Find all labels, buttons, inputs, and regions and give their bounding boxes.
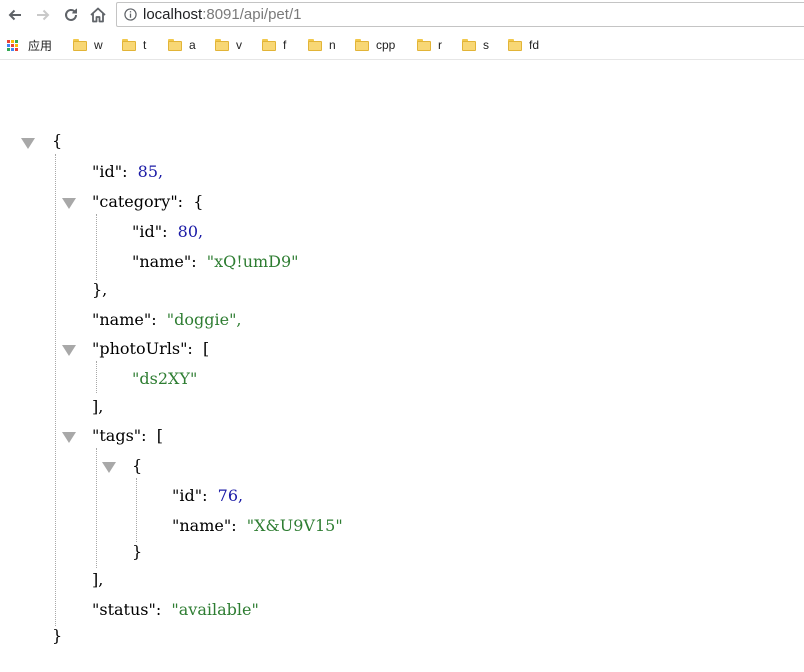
json-value-tag-name: "X&U9V15" (246, 516, 343, 535)
bookmark-cpp[interactable]: cpp (355, 37, 395, 53)
folder-icon (355, 39, 369, 51)
bookmark-label: cpp (376, 38, 396, 52)
json-key-tag-name: "name": (172, 516, 237, 535)
json-key-category-name: "name": (132, 252, 197, 271)
collapse-category-toggle-icon[interactable] (62, 198, 76, 209)
json-brace: { (52, 131, 63, 150)
folder-icon (73, 39, 87, 51)
collapse-tag-item-toggle-icon[interactable] (102, 462, 116, 473)
browser-toolbar: localhost:8091/api/pet/1 (0, 0, 804, 30)
json-key: "name": "xQ!umD9" (132, 252, 299, 272)
indent-guide (96, 448, 97, 568)
json-bracket: ], (92, 570, 104, 589)
bookmark-w[interactable]: w (73, 37, 103, 53)
json-brace: { (193, 192, 204, 211)
json-brace: } (132, 542, 143, 561)
bookmark-label: r (438, 38, 442, 52)
collapse-tags-toggle-icon[interactable] (62, 432, 76, 443)
json-value-photourl-0: "ds2XY" (132, 369, 198, 388)
json-key-tag-id: "id": (172, 486, 208, 505)
home-icon[interactable] (87, 4, 109, 26)
reload-icon[interactable] (60, 4, 82, 26)
bookmark-label: n (329, 38, 336, 52)
bookmark-label: f (283, 38, 287, 52)
folder-icon (168, 39, 182, 51)
folder-icon (215, 39, 229, 51)
back-arrow-icon[interactable] (4, 4, 26, 26)
json-key-id: "id": (92, 162, 128, 181)
bookmark-v[interactable]: v (215, 37, 242, 53)
forward-arrow-icon[interactable] (32, 4, 54, 26)
json-value-category-id: 80, (177, 222, 204, 241)
apps-shortcut[interactable]: 应用 (7, 37, 52, 53)
json-value-status: "available" (171, 600, 259, 619)
info-icon[interactable] (124, 8, 137, 21)
bookmarks-bar: 应用 w t a v f n cpp r s fd (0, 31, 804, 60)
indent-guide (55, 154, 56, 626)
bookmark-label: t (143, 38, 147, 52)
url-host: localhost (143, 6, 203, 23)
json-key: "name": "X&U9V15" (172, 516, 343, 536)
json-value-photourl: "ds2XY" (132, 369, 197, 389)
json-key: "tags": [ (92, 426, 163, 446)
collapse-root-toggle-icon[interactable] (21, 138, 35, 149)
indent-guide (136, 478, 137, 542)
bookmark-a[interactable]: a (168, 37, 196, 53)
bookmark-s[interactable]: s (462, 37, 489, 53)
json-key: "id": 85, (92, 162, 163, 182)
json-key-name: "name": (92, 310, 157, 329)
json-key: "photoUrls": [ (92, 339, 209, 359)
folder-icon (417, 39, 431, 51)
json-brace: { (132, 456, 143, 475)
json-value-tag-id: 76, (217, 486, 244, 505)
url-path: :8091/api/pet/1 (202, 6, 302, 23)
bookmark-t[interactable]: t (122, 37, 146, 53)
bookmark-fd[interactable]: fd (508, 37, 539, 53)
json-key-category: "category": (92, 192, 184, 211)
folder-icon (308, 39, 322, 51)
apps-grid-icon (7, 39, 18, 51)
json-bracket: [ (156, 426, 163, 445)
folder-icon (122, 39, 136, 51)
collapse-photourls-toggle-icon[interactable] (62, 345, 76, 356)
bookmark-n[interactable]: n (308, 37, 336, 53)
json-key-photourls: "photoUrls": (92, 339, 193, 358)
bookmark-r[interactable]: r (417, 37, 442, 53)
apps-label: 应用 (28, 38, 53, 53)
folder-icon (462, 39, 476, 51)
bookmark-f[interactable]: f (262, 37, 286, 53)
json-key: "category": { (92, 192, 203, 212)
json-bracket: [ (202, 339, 210, 358)
bookmark-label: v (236, 38, 242, 52)
bookmark-label: fd (529, 38, 540, 52)
json-value-id: 85, (137, 162, 164, 181)
folder-icon (262, 39, 276, 51)
indent-guide (96, 361, 97, 393)
json-value-category-name: "xQ!umD9" (206, 252, 299, 271)
folder-icon (508, 39, 522, 51)
bookmark-label: s (483, 38, 489, 52)
json-key-status: "status": (92, 600, 162, 619)
json-brace: } (52, 626, 63, 645)
bookmark-label: a (189, 38, 196, 52)
bookmark-label: w (94, 38, 103, 52)
address-bar[interactable]: localhost:8091/api/pet/1 (116, 2, 804, 27)
json-key-category-id: "id": (132, 222, 168, 241)
json-key: "id": 76, (172, 486, 243, 506)
url-text[interactable]: localhost:8091/api/pet/1 (143, 5, 301, 25)
json-key-tags: "tags": (92, 426, 147, 445)
indent-guide (96, 214, 97, 280)
json-value-name: "doggie", (166, 310, 242, 329)
json-key: "id": 80, (132, 222, 203, 242)
json-bracket: ], (92, 397, 104, 416)
json-key: "name": "doggie", (92, 310, 242, 330)
json-key: "status": "available" (92, 600, 259, 620)
json-brace: }, (92, 280, 108, 299)
